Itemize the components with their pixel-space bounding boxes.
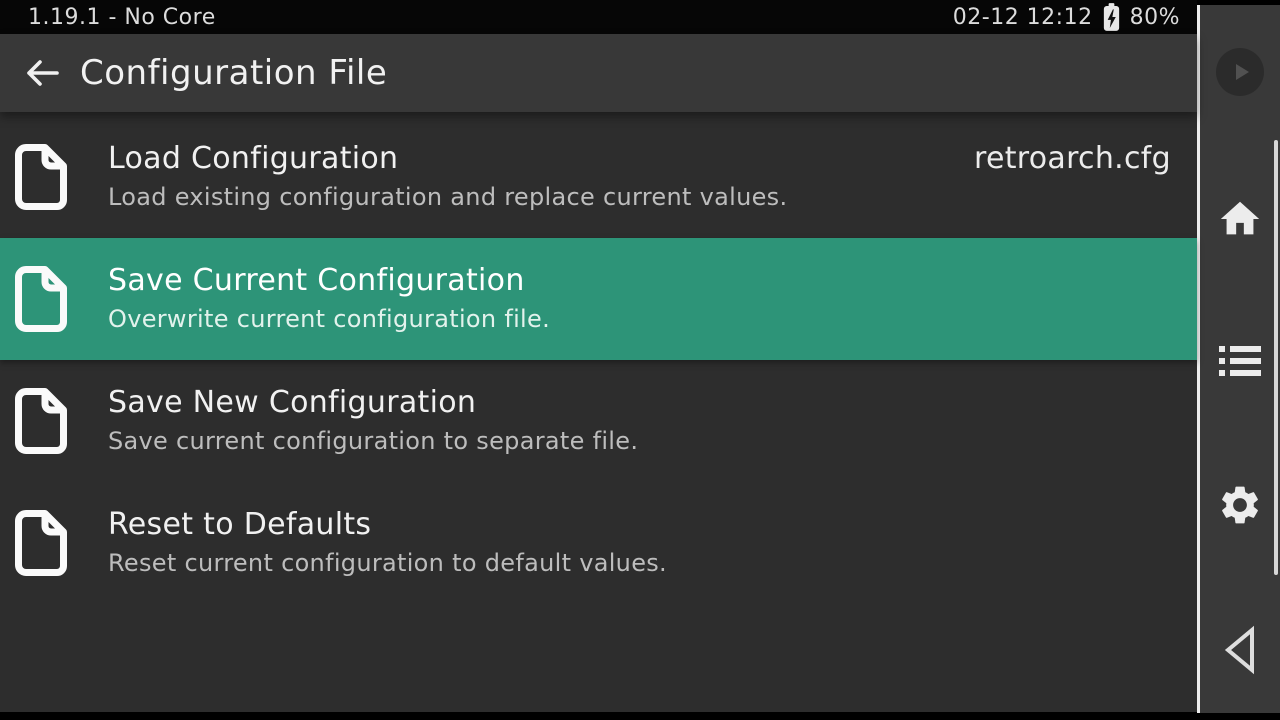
file-icon [14, 387, 68, 455]
battery-charging-icon [1101, 3, 1122, 32]
menu-item-text: Save New Configuration Save current conf… [108, 383, 638, 459]
battery-percent-label: 80% [1130, 5, 1180, 30]
file-icon [14, 143, 68, 211]
menu-item-title: Save New Configuration [108, 383, 638, 423]
menu-item-sublabel: Overwrite current configuration file. [108, 301, 550, 337]
title-bar: Configuration File [0, 34, 1197, 112]
scrollbar[interactable] [1274, 140, 1278, 575]
menu-item-value: retroarch.cfg [974, 139, 1171, 179]
menu-list: Load Configuration Load existing configu… [0, 112, 1197, 604]
core-version-label: 1.19.1 - No Core [28, 5, 216, 30]
menu-item-text: Save Current Configuration Overwrite cur… [108, 261, 550, 337]
file-icon [14, 509, 68, 577]
status-right-group: 02-12 12:12 80% [953, 3, 1180, 32]
resume-content-button[interactable] [1216, 48, 1264, 96]
page-title: Configuration File [80, 53, 387, 93]
menu-item-sublabel: Load existing configuration and replace … [108, 179, 787, 215]
status-bar: 1.19.1 - No Core 02-12 12:12 80% [0, 0, 1197, 34]
menu-item-text: Load Configuration Load existing configu… [108, 139, 787, 215]
file-icon [14, 265, 68, 333]
menu-item-sublabel: Save current configuration to separate f… [108, 423, 638, 459]
menu-item-text: Reset to Defaults Reset current configur… [108, 505, 667, 581]
menu-item-title: Load Configuration [108, 139, 787, 179]
menu-item-title: Save Current Configuration [108, 261, 550, 301]
menu-item-load-configuration[interactable]: Load Configuration Load existing configu… [0, 116, 1197, 238]
home-icon[interactable] [1217, 196, 1263, 242]
list-icon[interactable] [1218, 344, 1262, 378]
clock-label: 02-12 12:12 [953, 5, 1093, 30]
back-arrow-icon[interactable] [24, 58, 60, 88]
menu-item-title: Reset to Defaults [108, 505, 667, 545]
resume-play-icon [1227, 59, 1253, 85]
menu-item-save-new-configuration[interactable]: Save New Configuration Save current conf… [0, 360, 1197, 482]
settings-gear-icon[interactable] [1217, 482, 1263, 528]
menu-item-reset-to-defaults[interactable]: Reset to Defaults Reset current configur… [0, 482, 1197, 604]
menu-item-sublabel: Reset current configuration to default v… [108, 545, 667, 581]
back-triangle-icon[interactable] [1220, 623, 1260, 677]
nav-sidebar [1197, 5, 1280, 713]
menu-item-save-current-configuration[interactable]: Save Current Configuration Overwrite cur… [0, 238, 1197, 360]
retroarch-window: 1.19.1 - No Core 02-12 12:12 80% Configu… [0, 0, 1197, 712]
